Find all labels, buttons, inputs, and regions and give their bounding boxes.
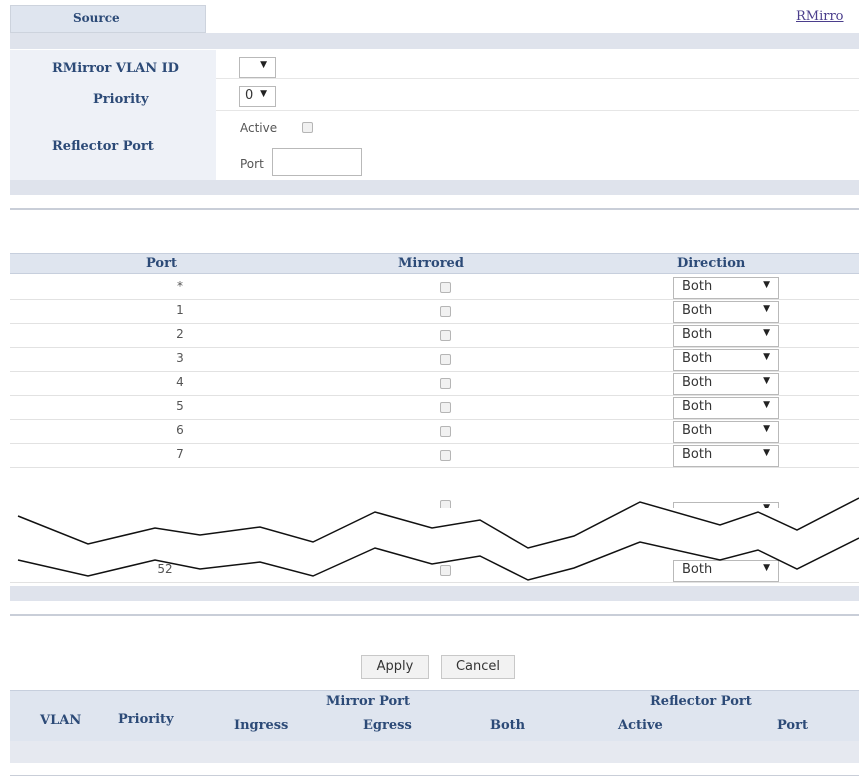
chevron-down-icon: ▼	[260, 60, 267, 70]
direction-select[interactable]: Both ▼	[673, 421, 779, 443]
tab-source-label: Source	[73, 11, 120, 25]
table-footer-band	[10, 586, 859, 601]
cancel-button[interactable]: Cancel	[441, 655, 515, 679]
summary-ingress-header: Ingress	[234, 718, 289, 733]
reflector-port-input[interactable]	[272, 148, 362, 176]
tab-underline-band	[10, 33, 859, 49]
active-label: Active	[240, 121, 278, 135]
table-break-lines	[17, 497, 859, 581]
tab-source[interactable]: Source	[10, 5, 206, 33]
break-line-bottom	[17, 537, 859, 581]
mirrored-checkbox[interactable]	[440, 282, 451, 293]
rmirror-vlan-id-select[interactable]: ▼	[239, 57, 276, 78]
summary-both-header: Both	[490, 718, 526, 733]
port-table-header: Port Mirrored Direction	[10, 253, 859, 274]
priority-value: 0	[245, 88, 254, 103]
chevron-down-icon: ▼	[763, 304, 770, 314]
direction-select[interactable]: Both ▼	[673, 397, 779, 419]
apply-button[interactable]: Apply	[361, 655, 429, 679]
priority-select[interactable]: 0 ▼	[239, 86, 276, 107]
chevron-down-icon: ▼	[763, 376, 770, 386]
port-number: 1	[176, 303, 184, 317]
port-number: 6	[176, 423, 184, 437]
mirrored-column-header: Mirrored	[398, 256, 464, 271]
mirrored-checkbox[interactable]	[440, 402, 451, 413]
table-row: 1 Both ▼	[10, 300, 859, 324]
table-row: 6 Both ▼	[10, 420, 859, 444]
port-column-header: Port	[146, 256, 177, 271]
summary-reflector-port-header: Reflector Port	[650, 694, 752, 709]
summary-mirror-port-header: Mirror Port	[326, 694, 411, 709]
divider	[216, 78, 859, 79]
chevron-down-icon: ▼	[763, 424, 770, 434]
mirrored-checkbox[interactable]	[440, 306, 451, 317]
table-row: 2 Both ▼	[10, 324, 859, 348]
break-line-top	[17, 497, 859, 549]
summary-priority-header: Priority	[118, 712, 174, 727]
port-label: Port	[240, 157, 264, 171]
direction-select[interactable]: Both ▼	[673, 349, 779, 371]
mirrored-checkbox[interactable]	[440, 426, 451, 437]
mirrored-checkbox[interactable]	[440, 354, 451, 365]
direction-select[interactable]: Both ▼	[673, 445, 779, 467]
chevron-down-icon: ▼	[763, 400, 770, 410]
reflector-port-label: Reflector Port	[52, 139, 154, 154]
direction-column-header: Direction	[677, 256, 746, 271]
table-row: 3 Both ▼	[10, 348, 859, 372]
chevron-down-icon: ▼	[763, 328, 770, 338]
port-number: 3	[176, 351, 184, 365]
summary-active-header: Active	[618, 718, 663, 733]
summary-vlan-header: VLAN	[40, 713, 82, 728]
summary-egress-header: Egress	[363, 718, 412, 733]
chevron-down-icon: ▼	[763, 280, 770, 290]
direction-select[interactable]: Both ▼	[673, 373, 779, 395]
port-number: 7	[176, 447, 184, 461]
section-separator	[10, 208, 859, 210]
direction-select[interactable]: Both ▼	[673, 277, 779, 299]
table-row: 7 Both ▼	[10, 444, 859, 468]
summary-footer-band	[10, 741, 859, 763]
summary-port-header: Port	[777, 718, 808, 733]
tab-rmirror-link[interactable]: RMirro	[796, 9, 844, 24]
port-number: *	[177, 279, 183, 293]
divider	[216, 110, 859, 111]
port-number: 5	[176, 399, 184, 413]
chevron-down-icon: ▼	[260, 89, 267, 99]
rmirror-vlan-id-label: RMirror VLAN ID	[52, 61, 179, 76]
reflector-active-checkbox[interactable]	[302, 122, 313, 133]
divider	[10, 775, 859, 776]
table-row: * Both ▼	[10, 276, 859, 300]
chevron-down-icon: ▼	[763, 352, 770, 362]
chevron-down-icon: ▼	[763, 448, 770, 458]
summary-table-header: VLAN Priority Mirror Port Ingress Egress…	[10, 690, 859, 741]
direction-select[interactable]: Both ▼	[673, 325, 779, 347]
direction-select[interactable]: Both ▼	[673, 301, 779, 323]
settings-footer-band	[10, 180, 859, 195]
priority-label: Priority	[93, 92, 149, 107]
port-number: 2	[176, 327, 184, 341]
section-separator	[10, 614, 859, 616]
mirrored-checkbox[interactable]	[440, 378, 451, 389]
table-row: 5 Both ▼	[10, 396, 859, 420]
mirrored-checkbox[interactable]	[440, 330, 451, 341]
mirrored-checkbox[interactable]	[440, 450, 451, 461]
port-number: 4	[176, 375, 184, 389]
table-row: 4 Both ▼	[10, 372, 859, 396]
